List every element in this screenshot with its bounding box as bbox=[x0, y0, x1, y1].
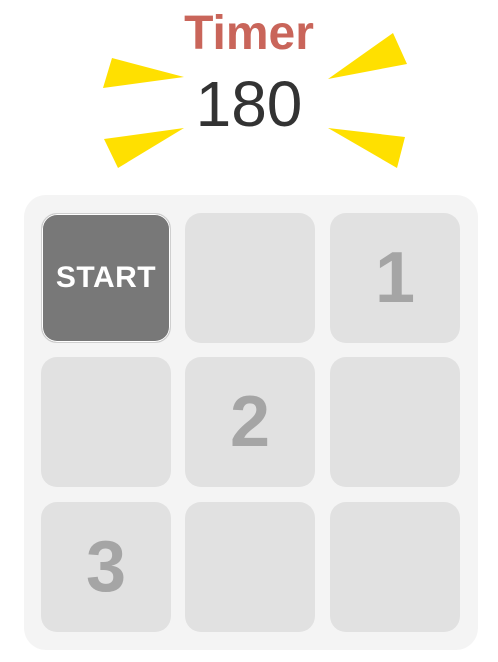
grid-cell-empty[interactable] bbox=[330, 357, 460, 487]
game-board: START 1 2 3 bbox=[24, 195, 478, 650]
cell-number: 2 bbox=[229, 382, 271, 462]
start-button[interactable]: START bbox=[41, 213, 171, 343]
start-label: START bbox=[55, 261, 157, 294]
timer-value: 180 bbox=[195, 68, 303, 140]
grid-cell-number-1[interactable]: 1 bbox=[330, 213, 460, 343]
cell-number: 3 bbox=[85, 527, 127, 607]
cell-number: 1 bbox=[374, 238, 416, 318]
grid-cell-empty[interactable] bbox=[185, 213, 315, 343]
grid-cell-empty[interactable] bbox=[185, 502, 315, 632]
grid-cell-number-2[interactable]: 2 bbox=[185, 357, 315, 487]
timer-display: Timer 180 bbox=[0, 0, 498, 190]
grid-cell-number-3[interactable]: 3 bbox=[41, 502, 171, 632]
grid-cell-empty[interactable] bbox=[330, 502, 460, 632]
timer-title: Timer bbox=[184, 7, 314, 60]
grid-cell-empty[interactable] bbox=[41, 357, 171, 487]
